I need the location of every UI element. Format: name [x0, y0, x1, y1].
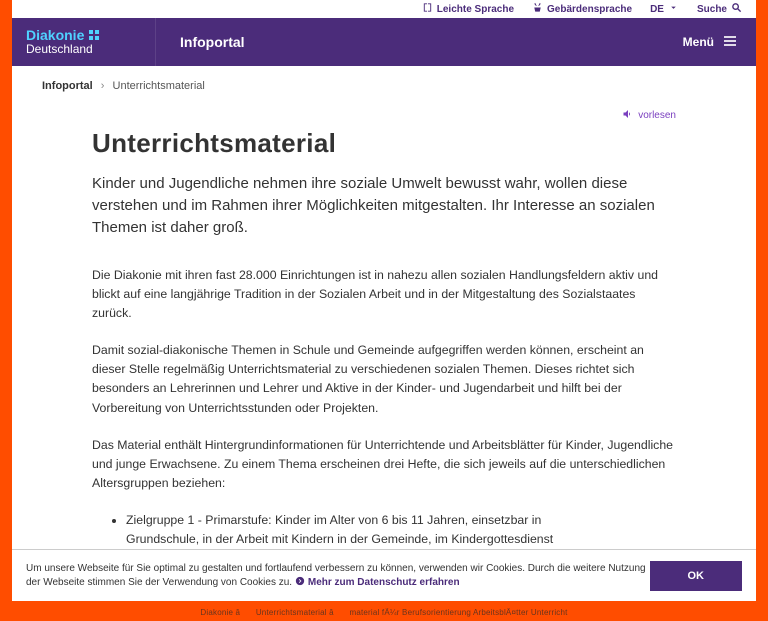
brand-cross-icon [88, 29, 100, 41]
list-item: Zielgruppe 1 - Primarstufe: Kinder im Al… [126, 511, 556, 549]
breadcrumb-root[interactable]: Infoportal [42, 80, 93, 92]
menu-button[interactable]: Menü [683, 18, 756, 66]
read-aloud-label: vorlesen [638, 110, 676, 121]
cookie-more-link[interactable]: Mehr zum Datenschutz erfahren [295, 577, 460, 588]
chevron-down-icon [668, 2, 679, 16]
gebaerdensprache-label: Gebärdensprache [547, 4, 632, 15]
search-label: Suche [697, 4, 727, 15]
gebaerdensprache-link[interactable]: Gebärdensprache [532, 2, 632, 16]
menu-label: Menü [683, 35, 714, 49]
cookie-accept-button[interactable]: OK [650, 561, 743, 591]
image-caption: Diakonie â Unterrichtsmaterial â mat… [0, 607, 768, 618]
body-paragraph-1: Die Diakonie mit ihren fast 28.000 Einri… [92, 266, 676, 323]
search-link[interactable]: Suche [697, 2, 742, 16]
leichte-sprache-label: Leichte Sprache [437, 4, 514, 15]
brand-logo[interactable]: Diakonie Deutschland [12, 18, 156, 66]
breadcrumb-separator: › [101, 80, 105, 92]
site-header: Diakonie Deutschland Infoportal Menü [12, 18, 756, 66]
arrow-right-circle-icon [295, 576, 305, 586]
search-icon [731, 2, 742, 16]
book-icon [422, 2, 433, 16]
lead-paragraph: Kinder und Jugendliche nehmen ihre sozia… [92, 173, 676, 238]
language-selector[interactable]: DE [650, 2, 679, 16]
portal-title: Infoportal [156, 18, 683, 66]
brand-line2: Deutschland [26, 43, 155, 56]
main-content: Infoportal › Unterrichtsmaterial vorlese… [12, 66, 756, 601]
leichte-sprache-link[interactable]: Leichte Sprache [422, 2, 514, 16]
read-aloud-button[interactable]: vorlesen [622, 108, 676, 123]
hands-icon [532, 2, 543, 16]
hamburger-icon [722, 33, 738, 52]
breadcrumb: Infoportal › Unterrichtsmaterial [42, 80, 676, 92]
cookie-text: Um unsere Webseite für Sie optimal zu ge… [26, 562, 650, 589]
breadcrumb-current: Unterrichtsmaterial [113, 80, 205, 92]
body-paragraph-3: Das Material enthält Hintergrundinformat… [92, 436, 676, 493]
body-paragraph-2: Damit sozial-diakonische Themen in Schul… [92, 341, 676, 417]
cookie-more-label: Mehr zum Datenschutz erfahren [308, 577, 460, 588]
brand-line1: Diakonie [26, 28, 84, 43]
cookie-banner: Um unsere Webseite für Sie optimal zu ge… [12, 549, 756, 601]
speaker-icon [622, 108, 634, 123]
utility-bar: Leichte Sprache Gebärdensprache DE Suche [12, 0, 756, 18]
page-title: Unterrichtsmaterial [92, 128, 676, 159]
language-label: DE [650, 4, 664, 15]
